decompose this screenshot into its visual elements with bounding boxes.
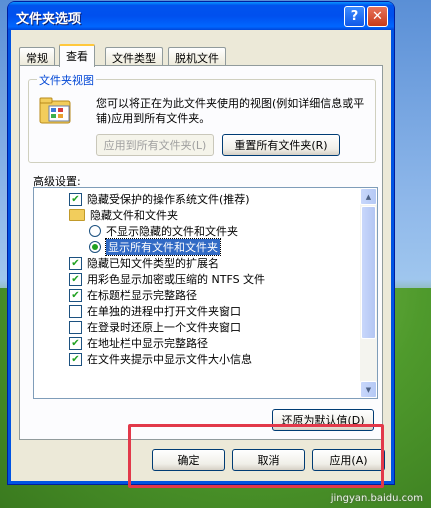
list-item[interactable]: ✔ 隐藏受保护的操作系统文件(推荐): [69, 191, 250, 207]
list-item-label: 不显示隐藏的文件和文件夹: [106, 225, 238, 238]
scroll-up-icon[interactable]: ▲: [360, 188, 377, 205]
checkbox[interactable]: ✔: [69, 352, 82, 366]
checkbox[interactable]: ✔: [69, 256, 82, 270]
list-item-label: 隐藏文件和文件夹: [90, 209, 178, 222]
list-item-label: 在标题栏显示完整路径: [87, 289, 197, 302]
list-item[interactable]: 在登录时还原上一个文件夹窗口: [69, 319, 241, 335]
list-item[interactable]: ✔ 在文件夹提示中显示文件大小信息: [69, 351, 252, 367]
list-item-label: 用彩色显示加密或压缩的 NTFS 文件: [87, 273, 266, 286]
checkbox[interactable]: ✔: [69, 336, 82, 350]
list-item-label: 在单独的进程中打开文件夹窗口: [87, 305, 241, 318]
checkbox[interactable]: ✔: [69, 192, 82, 206]
view-tab-panel: 文件夹视图 您可以将正在为此文件夹使用的视图(例如详细信息或平铺)应用到所有文件…: [19, 65, 383, 440]
list-item[interactable]: ✔ 在标题栏显示完整路径: [69, 287, 197, 303]
list-item: 隐藏文件和文件夹: [69, 207, 178, 223]
scroll-down-icon[interactable]: ▼: [360, 381, 377, 398]
list-item-label: 在登录时还原上一个文件夹窗口: [87, 321, 241, 334]
radio-button[interactable]: [89, 241, 101, 253]
list-item-label: 在地址栏中显示完整路径: [87, 337, 208, 350]
list-item[interactable]: 在单独的进程中打开文件夹窗口: [69, 303, 241, 319]
list-item-label: 在文件夹提示中显示文件大小信息: [87, 353, 252, 366]
folder-options-dialog: 文件夹选项 ? ✕ 常规 查看 文件类型 脱机文件 文件夹视图 您可以将正在为此…: [8, 2, 394, 484]
folder-icon: [69, 209, 85, 221]
watermark: jingyan.baidu.com: [330, 493, 423, 504]
checkbox[interactable]: [69, 304, 82, 318]
checkbox[interactable]: [69, 320, 82, 334]
list-item[interactable]: ✔ 用彩色显示加密或压缩的 NTFS 文件: [69, 271, 265, 287]
list-item-label: 隐藏已知文件类型的扩展名: [87, 257, 219, 270]
dialog-body: 常规 查看 文件类型 脱机文件 文件夹视图 您可以将正在为此文件夹使用的视图(例…: [11, 30, 391, 481]
title-bar[interactable]: 文件夹选项 ? ✕: [8, 2, 394, 30]
checkbox[interactable]: ✔: [69, 272, 82, 286]
list-item[interactable]: ✔ 在地址栏中显示完整路径: [69, 335, 208, 351]
tab-general[interactable]: 常规: [19, 47, 55, 66]
folder-view-icon: [39, 97, 71, 124]
list-item-label: 显示所有文件和文件夹: [105, 238, 221, 256]
list-item[interactable]: ✔ 隐藏已知文件类型的扩展名: [69, 255, 219, 271]
list-item[interactable]: 不显示隐藏的文件和文件夹: [89, 223, 238, 239]
checkbox[interactable]: ✔: [69, 288, 82, 302]
tab-offline-files[interactable]: 脱机文件: [168, 47, 226, 66]
window-title: 文件夹选项: [16, 12, 82, 27]
close-button[interactable]: ✕: [367, 6, 388, 27]
highlight-annotation-frame: [128, 424, 384, 488]
reset-all-folders-button[interactable]: 重置所有文件夹(R): [222, 134, 340, 156]
tab-file-types[interactable]: 文件类型: [105, 47, 163, 66]
list-item[interactable]: 显示所有文件和文件夹: [89, 238, 221, 256]
folder-views-group: 文件夹视图 您可以将正在为此文件夹使用的视图(例如详细信息或平铺)应用到所有文件…: [28, 72, 376, 163]
folder-views-description: 您可以将正在为此文件夹使用的视图(例如详细信息或平铺)应用到所有文件夹。: [96, 97, 365, 125]
folder-views-label: 文件夹视图: [37, 72, 96, 88]
advanced-settings-list[interactable]: ✔ 隐藏受保护的操作系统文件(推荐) 隐藏文件和文件夹 不显示隐藏的文件和文件夹…: [33, 187, 378, 399]
scroll-thumb[interactable]: [361, 206, 376, 339]
vertical-scrollbar[interactable]: ▲ ▼: [360, 188, 377, 398]
help-button[interactable]: ?: [344, 6, 365, 27]
tab-view[interactable]: 查看: [59, 44, 95, 67]
apply-to-all-folders-button[interactable]: 应用到所有文件夹(L): [96, 134, 214, 156]
list-item-label: 隐藏受保护的操作系统文件(推荐): [87, 193, 250, 206]
radio-button[interactable]: [89, 225, 101, 237]
